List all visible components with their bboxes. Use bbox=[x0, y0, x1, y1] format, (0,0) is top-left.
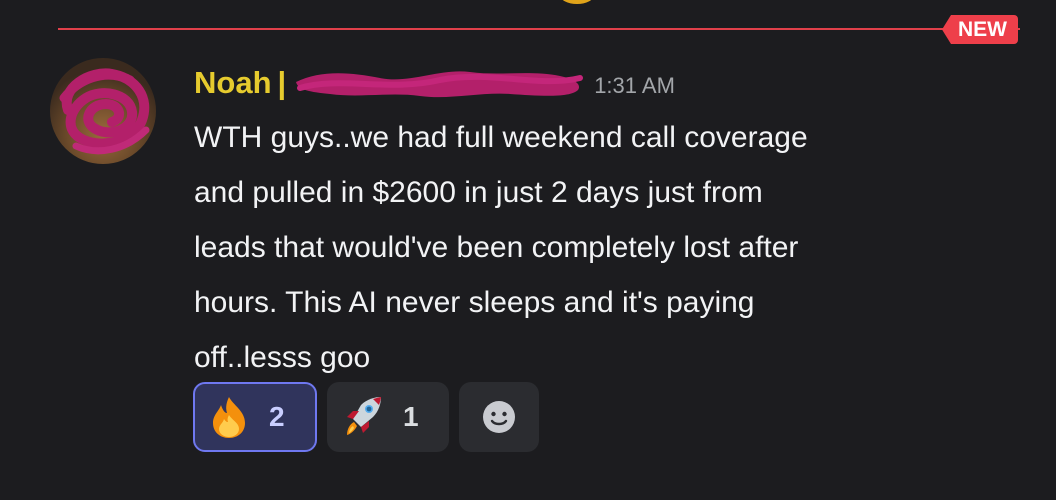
add-reaction-button[interactable] bbox=[459, 382, 539, 452]
message-header: Noah | 1:31 AM bbox=[194, 60, 675, 106]
rocket-emoji-icon bbox=[347, 397, 381, 435]
message-timestamp: 1:31 AM bbox=[594, 73, 675, 98]
avatar[interactable] bbox=[50, 58, 156, 164]
message-line: leads that would've been completely lost… bbox=[194, 231, 799, 264]
avatar-redaction-scribble bbox=[59, 68, 150, 155]
reactions-bar: 2 1 bbox=[193, 382, 539, 452]
message-line: WTH guys..we had full weekend call cover… bbox=[194, 121, 808, 154]
message-line: hours. This AI never sleeps and it's pay… bbox=[194, 286, 755, 319]
reaction-rocket[interactable]: 1 bbox=[327, 382, 449, 452]
add-reaction-icon bbox=[483, 401, 515, 433]
author-redaction-scribble bbox=[296, 71, 584, 98]
author-name-separator: | bbox=[277, 65, 287, 100]
reaction-fire[interactable]: 2 bbox=[193, 382, 317, 452]
reaction-count: 1 bbox=[403, 401, 419, 432]
message-line: and pulled in $2600 in just 2 days just … bbox=[194, 176, 763, 209]
message-content: WTH guys..we had full weekend call cover… bbox=[194, 110, 984, 385]
top-emoji-fragment bbox=[560, 0, 594, 4]
new-messages-badge: NEW bbox=[942, 15, 1018, 44]
message-line: off..lesss goo bbox=[194, 341, 371, 374]
reaction-count: 2 bbox=[269, 401, 285, 432]
author-name[interactable]: Noah bbox=[194, 65, 272, 101]
new-messages-divider bbox=[58, 28, 1020, 30]
fire-emoji-icon bbox=[213, 397, 245, 438]
